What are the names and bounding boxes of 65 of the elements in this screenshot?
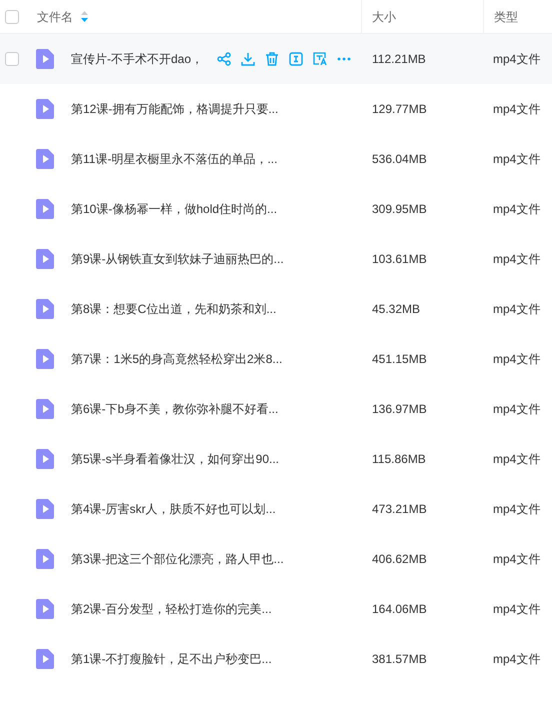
file-size: 309.95MB xyxy=(372,202,427,216)
video-file-icon xyxy=(36,149,54,169)
file-name[interactable]: 第11课-明星衣橱里永不落伍的单品，... xyxy=(71,150,278,168)
file-name[interactable]: 第2课-百分发型，轻松打造你的完美... xyxy=(71,600,272,618)
file-type: mp4文件 xyxy=(493,202,540,216)
column-header[interactable]: 类型 xyxy=(494,8,518,26)
video-file-icon xyxy=(36,599,54,619)
file-name[interactable]: 第3课-把这三个部位化漂亮，路人甲也... xyxy=(71,550,284,568)
file-size: 103.61MB xyxy=(372,252,427,266)
file-size: 112.21MB xyxy=(372,52,426,66)
file-name[interactable]: 第9课-从钢铁直女到软妹子迪丽热巴的... xyxy=(71,250,284,268)
file-type: mp4文件 xyxy=(493,352,540,366)
video-file-icon xyxy=(36,399,54,419)
file-size: 45.32MB xyxy=(372,302,420,316)
video-file-icon xyxy=(36,49,54,69)
more-icon[interactable] xyxy=(337,57,351,61)
column-header[interactable]: 大小 xyxy=(372,8,396,26)
file-type: mp4文件 xyxy=(493,302,540,316)
video-file-icon xyxy=(36,649,54,669)
file-name[interactable]: 第4课-厉害skr人，肤质不好也可以划... xyxy=(71,500,276,518)
file-size: 473.21MB xyxy=(372,502,427,516)
file-size: 536.04MB xyxy=(372,152,427,166)
download-icon[interactable] xyxy=(241,52,255,66)
file-size: 406.62MB xyxy=(372,552,427,566)
column-header[interactable]: 文件名 xyxy=(37,8,88,26)
file-size: 115.86MB xyxy=(372,452,426,466)
checkbox[interactable] xyxy=(5,10,19,24)
video-file-icon xyxy=(36,249,54,269)
checkbox[interactable] xyxy=(5,52,19,66)
file-name[interactable]: 第1课-不打瘦脸针，足不出户秒变巴... xyxy=(71,650,272,668)
text-icon[interactable] xyxy=(289,52,303,66)
file-size: 164.06MB xyxy=(372,602,427,616)
file-type: mp4文件 xyxy=(493,502,540,516)
file-name[interactable]: 第12课-拥有万能配饰，格调提升只要... xyxy=(71,100,278,118)
file-type: mp4文件 xyxy=(493,652,540,666)
file-row[interactable]: 宣传片-不手术不开dao， 112.21MB mp4文件 xyxy=(0,34,552,84)
trash-icon[interactable] xyxy=(265,52,279,66)
file-size: 381.57MB xyxy=(372,652,427,666)
video-file-icon xyxy=(36,199,54,219)
file-size: 136.97MB xyxy=(372,402,427,416)
translate-icon[interactable] xyxy=(313,52,327,66)
video-file-icon xyxy=(36,499,54,519)
file-type: mp4文件 xyxy=(493,602,540,616)
file-size: 451.15MB xyxy=(372,352,427,366)
file-name[interactable]: 第7课：1米5的身高竟然轻松穿出2米8... xyxy=(71,350,282,368)
file-name[interactable]: 第6课-下b身不美，教你弥补腿不好看... xyxy=(71,400,278,418)
file-type: mp4文件 xyxy=(493,452,540,466)
video-file-icon xyxy=(36,299,54,319)
file-type: mp4文件 xyxy=(493,102,540,116)
video-file-icon xyxy=(36,549,54,569)
file-type: mp4文件 xyxy=(493,402,540,416)
file-name[interactable]: 第8课：想要C位出道，先和奶茶和刘... xyxy=(71,300,276,318)
file-size: 129.77MB xyxy=(372,102,427,116)
file-name[interactable]: 第5课-s半身看着像壮汉，如何穿出90... xyxy=(71,450,280,468)
file-type: mp4文件 xyxy=(493,52,540,66)
sort-icon[interactable] xyxy=(81,11,88,22)
file-type: mp4文件 xyxy=(493,252,540,266)
file-type: mp4文件 xyxy=(493,152,540,166)
video-file-icon xyxy=(36,349,54,369)
file-name[interactable]: 宣传片-不手术不开dao， xyxy=(71,50,209,68)
share-icon[interactable] xyxy=(217,52,231,66)
video-file-icon xyxy=(36,99,54,119)
video-file-icon xyxy=(36,449,54,469)
file-type: mp4文件 xyxy=(493,552,540,566)
file-name[interactable]: 第10课-像杨幂一样，做hold住时尚的... xyxy=(71,200,278,218)
